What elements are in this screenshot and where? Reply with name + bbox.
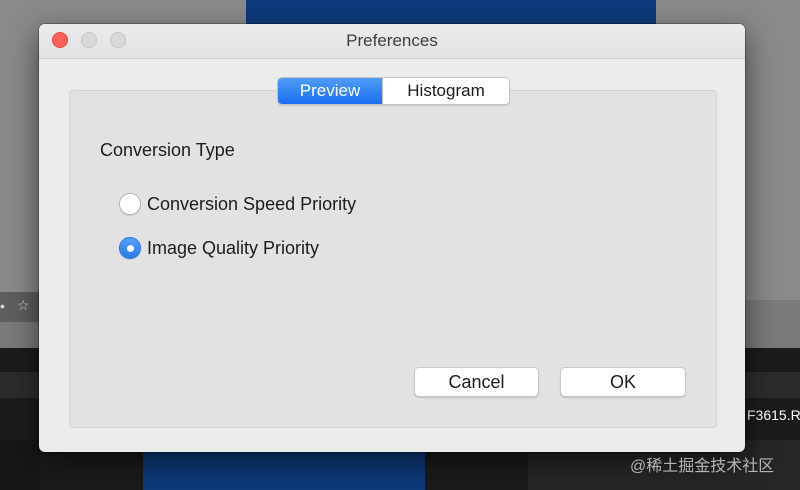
thumbnail-tile[interactable] [0,440,40,490]
bullet-icon: • [0,298,5,314]
tab-bar: Preview Histogram [277,77,510,105]
watermark: @稀土掘金技术社区 [630,458,775,475]
conversion-type-label: Conversion Type [100,140,235,160]
title-bar[interactable]: Preferences [39,24,745,59]
option-label[interactable]: Conversion Speed Priority [147,194,356,215]
radio-button-image-quality[interactable] [119,237,141,259]
tab-histogram[interactable]: Histogram [382,78,509,104]
window-title: Preferences [346,31,438,50]
option-label[interactable]: Image Quality Priority [147,238,319,259]
cancel-button[interactable]: Cancel [414,367,539,397]
preferences-dialog: Preferences Preview Histogram Conversion… [39,24,745,452]
star-icon[interactable]: ☆ [17,297,30,314]
option-conversion-speed[interactable]: Conversion Speed Priority [119,192,356,216]
option-image-quality[interactable]: Image Quality Priority [119,236,319,260]
ok-button[interactable]: OK [560,367,686,397]
radio-button-conversion-speed[interactable] [119,193,141,215]
background-toolbar: • ☆ [0,292,42,322]
tab-preview[interactable]: Preview [278,78,382,104]
background-filename: F3615.R [747,407,800,423]
